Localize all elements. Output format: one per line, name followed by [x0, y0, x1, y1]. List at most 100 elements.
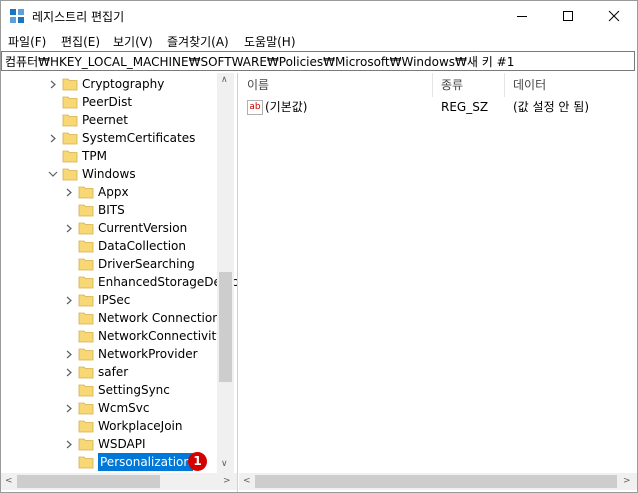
- tree-vertical-scrollbar[interactable]: ∧ ∨: [217, 73, 234, 473]
- chevron-right-icon[interactable]: [63, 363, 75, 381]
- folder-icon: [62, 132, 78, 145]
- tree-item[interactable]: BITS: [1, 201, 217, 219]
- tree-item[interactable]: WorkplaceJoin: [1, 417, 217, 435]
- tree-item-label: CurrentVersion: [98, 221, 188, 235]
- scroll-right-arrow-icon[interactable]: >: [223, 476, 231, 486]
- tree-item-label: IPSec: [98, 293, 131, 307]
- address-bar[interactable]: 컴퓨터₩HKEY_LOCAL_MACHINE₩SOFTWARE₩Policies…: [1, 51, 635, 71]
- tree-item[interactable]: NetworkProvider: [1, 345, 217, 363]
- tree-item-label: SettingSync: [98, 383, 170, 397]
- folder-icon: [78, 420, 94, 433]
- tree-item-label: NetworkProvider: [98, 347, 198, 361]
- folder-icon: [62, 114, 78, 127]
- folder-icon: [78, 240, 94, 253]
- tree-item[interactable]: Personalization 1: [1, 452, 217, 472]
- chevron-right-icon[interactable]: [63, 219, 75, 237]
- chevron-right-icon[interactable]: [63, 291, 75, 309]
- minimize-icon: [517, 16, 527, 17]
- folder-icon: [78, 330, 94, 343]
- folder-icon: [78, 276, 94, 289]
- tree-item[interactable]: CurrentVersion: [1, 219, 217, 237]
- tree-item-label: PeerDist: [82, 95, 133, 109]
- tree-item[interactable]: safer: [1, 363, 217, 381]
- scroll-right-arrow-icon[interactable]: >: [623, 476, 631, 486]
- value-type: REG_SZ: [441, 100, 489, 114]
- tree-item-label: DriverSearching: [98, 257, 195, 271]
- scroll-left-arrow-icon[interactable]: <: [5, 476, 13, 486]
- minimize-button[interactable]: [499, 1, 545, 31]
- tree-item-label: WcmSvc: [98, 401, 150, 415]
- tree-item-label: WSDAPI: [98, 437, 146, 451]
- scroll-down-arrow-icon[interactable]: ∨: [221, 459, 228, 469]
- tree-item[interactable]: WSDAPI: [1, 435, 217, 453]
- menu-bar: 파일(F) 편집(E) 보기(V) 즐겨찾기(A) 도움말(H): [1, 31, 637, 51]
- tree-item[interactable]: TPM: [1, 147, 217, 165]
- values-pane[interactable]: 이름 종류 데이터 ab (기본값) REG_SZ (값 설정 안 됨) < >: [239, 73, 637, 492]
- values-horizontal-scroll-thumb[interactable]: [255, 475, 617, 488]
- tree-vertical-scroll-thumb[interactable]: [219, 272, 232, 382]
- registry-editor-app-icon: [10, 9, 24, 23]
- chevron-right-icon[interactable]: [63, 345, 75, 363]
- tree-item[interactable]: Cryptography: [1, 75, 217, 93]
- folder-icon: [62, 78, 78, 91]
- column-header-data[interactable]: 데이터: [505, 73, 637, 97]
- values-horizontal-scrollbar[interactable]: < >: [239, 473, 637, 490]
- tree-item[interactable]: SystemCertificates: [1, 129, 217, 147]
- tree-horizontal-scroll-thumb[interactable]: [17, 475, 160, 488]
- chevron-right-icon[interactable]: [63, 399, 75, 417]
- tree-item[interactable]: Appx: [1, 183, 217, 201]
- title-bar[interactable]: 레지스트리 편집기: [1, 1, 637, 31]
- tree-item-label: Peernet: [82, 113, 128, 127]
- chevron-down-icon[interactable]: [47, 165, 59, 183]
- folder-icon: [78, 186, 94, 199]
- value-data: (값 설정 안 됨): [513, 100, 590, 114]
- close-button[interactable]: [591, 1, 637, 31]
- string-value-icon: ab: [247, 100, 263, 115]
- tree-item[interactable]: SettingSync: [1, 381, 217, 399]
- maximize-icon: [563, 11, 573, 21]
- close-icon: [608, 10, 620, 22]
- menu-favorites[interactable]: 즐겨찾기(A): [167, 33, 229, 50]
- folder-icon: [78, 222, 94, 235]
- folder-icon: [78, 258, 94, 271]
- tree-item-label: DataCollection: [98, 239, 187, 253]
- tree-item[interactable]: EnhancedStorageDevic: [1, 273, 237, 291]
- menu-file[interactable]: 파일(F): [8, 33, 46, 50]
- tree-item-label: Windows: [82, 167, 136, 181]
- folder-icon: [62, 150, 78, 163]
- tree-item-label: Personalization: [97, 452, 194, 472]
- chevron-right-icon[interactable]: [47, 75, 59, 93]
- value-row-default[interactable]: ab (기본값) REG_SZ (값 설정 안 됨): [239, 97, 637, 117]
- column-header-type[interactable]: 종류: [433, 73, 505, 97]
- tree-horizontal-scrollbar[interactable]: < >: [1, 473, 237, 490]
- chevron-right-icon[interactable]: [63, 435, 75, 453]
- window-title: 레지스트리 편집기: [32, 10, 125, 24]
- tree-item[interactable]: Network Connections: [1, 309, 226, 327]
- tree-item[interactable]: Windows: [1, 165, 217, 183]
- scroll-up-arrow-icon[interactable]: ∧: [221, 75, 228, 85]
- key-tree-pane[interactable]: Cryptography PeerDist Peernet SystemCertifi…: [1, 73, 238, 492]
- tree-item[interactable]: NetworkConnectivityS: [1, 327, 231, 345]
- chevron-right-icon[interactable]: [47, 129, 59, 147]
- tree-item[interactable]: PeerDist: [1, 93, 217, 111]
- folder-icon: [78, 294, 94, 307]
- tree-item[interactable]: Peernet: [1, 111, 217, 129]
- chevron-right-icon[interactable]: [63, 183, 75, 201]
- folder-icon: [78, 438, 94, 451]
- tree-item[interactable]: DriverSearching: [1, 255, 217, 273]
- folder-icon: [78, 312, 94, 325]
- tree-item[interactable]: DataCollection: [1, 237, 217, 255]
- tree-item-label: SystemCertificates: [82, 131, 196, 145]
- scroll-left-arrow-icon[interactable]: <: [243, 476, 251, 486]
- tree-item[interactable]: IPSec: [1, 291, 217, 309]
- column-header-name[interactable]: 이름: [239, 73, 433, 97]
- folder-icon: [78, 384, 94, 397]
- tree-item[interactable]: WcmSvc: [1, 399, 217, 417]
- tree-item-label: Network Connections: [98, 311, 227, 325]
- tree-item-label: Appx: [98, 185, 129, 199]
- menu-view[interactable]: 보기(V): [113, 33, 153, 50]
- menu-help[interactable]: 도움말(H): [244, 33, 296, 50]
- step-number-badge: 1: [188, 452, 207, 471]
- maximize-button[interactable]: [545, 1, 591, 31]
- menu-edit[interactable]: 편집(E): [61, 33, 100, 50]
